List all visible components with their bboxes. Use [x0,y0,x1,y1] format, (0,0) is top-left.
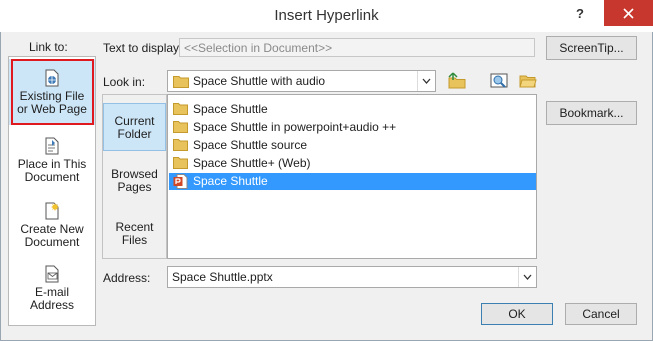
look-in-dropdown-arrow[interactable] [417,71,435,91]
link-to-place-line1: Place in This [17,157,87,171]
place-recent-files-line1: Recent [115,220,154,234]
address-dropdown-arrow[interactable] [518,267,536,287]
place-current-folder-line1: Current [114,114,155,128]
link-to-create-line1: Create New [20,222,84,236]
places-bar: Current Folder Browsed Pages Recent File… [102,94,167,259]
place-current-folder-line2: Folder [117,127,152,141]
email-icon [45,265,59,283]
link-to-create-line2: Document [24,235,80,249]
place-in-document-icon [45,137,59,155]
file-name: Space Shuttle [193,174,268,188]
link-to-label: Link to: [29,40,68,54]
chevron-down-icon [422,78,431,84]
file-name: Space Shuttle [193,102,268,116]
folder-icon [173,157,188,169]
folder-icon [173,76,189,88]
browse-web-icon [490,73,508,88]
browse-file-icon [519,75,537,88]
link-to-place-in-document[interactable]: Place in This Document [9,137,95,187]
file-list-item-selected[interactable]: Space Shuttle [169,173,536,190]
place-browsed-pages-line1: Browsed [111,167,158,181]
close-button[interactable] [604,0,653,26]
link-to-email-address[interactable]: E-mail Address [9,265,95,315]
up-one-folder-button[interactable] [445,69,469,93]
dialog-title: Insert Hyperlink [274,7,379,24]
up-one-folder-icon [448,72,466,89]
place-current-folder[interactable]: Current Folder [103,103,166,151]
folder-icon [173,139,188,151]
new-document-icon [45,202,59,220]
folder-icon [173,121,188,133]
file-name: Space Shuttle in powerpoint+audio ++ [193,120,397,134]
close-icon [623,8,634,19]
cancel-button[interactable]: Cancel [565,303,637,325]
look-in-dropdown[interactable]: Space Shuttle with audio [167,70,436,92]
address-value: Space Shuttle.pptx [172,270,273,284]
link-to-email-line2: Address [29,298,75,312]
file-list-item[interactable]: Space Shuttle in powerpoint+audio ++ [169,119,536,136]
file-name: Space Shuttle+ (Web) [193,156,311,170]
place-recent-files-line2: Files [121,233,148,247]
place-browsed-pages[interactable]: Browsed Pages [103,168,166,198]
text-to-display-field[interactable]: <<Selection in Document>> [179,38,535,57]
file-list-item[interactable]: Space Shuttle [169,101,536,118]
link-to-create-new-document[interactable]: Create New Document [9,202,95,252]
look-in-value: Space Shuttle with audio [193,74,326,88]
bookmark-button[interactable]: Bookmark... [546,101,637,125]
selection-annotation-outline [11,59,94,125]
link-to-place-line2: Document [24,170,80,184]
help-button[interactable]: ? [566,1,594,27]
look-in-label: Look in: [103,75,146,89]
file-list-item[interactable]: Space Shuttle source [169,137,536,154]
file-list[interactable]: Space Shuttle Space Shuttle in powerpoin… [167,94,537,259]
address-label: Address: [103,271,151,285]
address-field[interactable]: Space Shuttle.pptx [167,266,537,288]
link-to-email-line1: E-mail [34,285,69,299]
screentip-button[interactable]: ScreenTip... [546,36,637,60]
chevron-down-icon [523,274,532,280]
folder-icon [173,103,188,115]
file-name: Space Shuttle source [193,138,308,152]
file-list-item[interactable]: Space Shuttle+ (Web) [169,155,536,172]
place-recent-files[interactable]: Recent Files [103,221,166,251]
browse-web-button[interactable] [487,69,511,93]
ok-button[interactable]: OK [481,303,553,325]
powerpoint-file-icon [173,174,188,189]
text-to-display-label: Text to display: [103,41,183,55]
place-browsed-pages-line2: Pages [117,180,152,194]
browse-file-button[interactable] [516,69,540,93]
